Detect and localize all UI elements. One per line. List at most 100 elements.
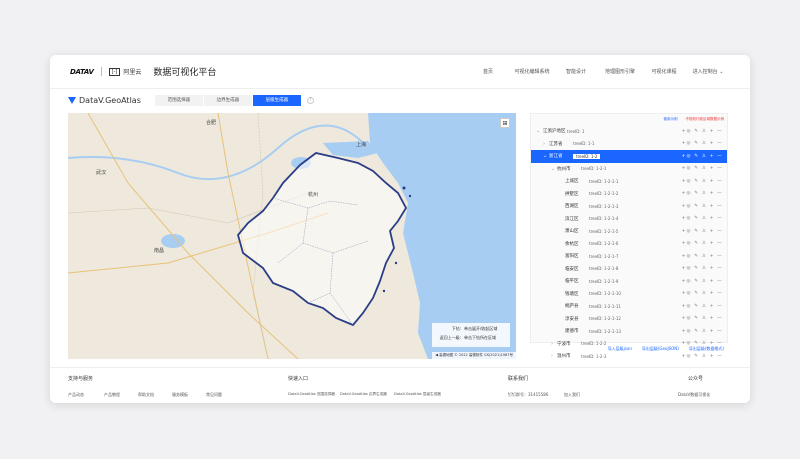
chevron-right-icon[interactable]: › [551, 353, 553, 359]
nav-home[interactable]: 首页 [466, 68, 510, 75]
tree-node-actions[interactable]: +◎ ✎ ♙ + — [682, 254, 724, 259]
chevron-down-icon[interactable]: ⌄ [536, 128, 540, 134]
footer-link[interactable]: 常见问题 [206, 392, 222, 398]
tree-node-name: 西湖区 [565, 204, 579, 210]
tree-node-actions[interactable]: +◎ ✎ ♙ + — [682, 304, 724, 309]
tree-node-actions[interactable]: +◎ ✎ ♙ + — [682, 141, 724, 146]
aliyun-label: 阿里云 [123, 69, 142, 76]
tree-node-name: 临安区 [565, 266, 579, 272]
product-subbar: DataV.GeoAtlas 范围选择器 边界生成器 层级生成器 ? [50, 89, 750, 111]
tree-node-actions[interactable]: +◎ ✎ ♙ + — [682, 166, 724, 171]
fullscreen-icon[interactable]: ⊞ [500, 118, 510, 128]
map-label-hefei: 合肥 [206, 120, 217, 126]
product-name: DataV.GeoAtlas [79, 95, 141, 105]
tree-node[interactable]: 钱塘区 treeID: 1-2-1-10 +◎ ✎ ♙ + — [531, 288, 727, 301]
footer-link[interactable]: DataV.GeoAtlas 范围选择器 [288, 392, 335, 397]
footer-wechat-title: 公众号 [688, 376, 704, 382]
tree-node-id: treeID: 1-1 [573, 141, 595, 147]
tree-node[interactable]: ⌄ 杭州市 treeID: 1-2-1 +◎ ✎ ♙ + — [531, 163, 727, 176]
footer-contact-title: 联系我们 [508, 376, 529, 382]
import-json-link[interactable]: 导入层级json [608, 346, 632, 352]
tree-node-actions[interactable]: +◎ ✎ ♙ + — [682, 229, 724, 234]
footer-link[interactable]: DataV.GeoAtlas 边界生成器 [340, 392, 387, 397]
tree-node[interactable]: 淳安县 treeID: 1-2-1-12 +◎ ✎ ♙ + — [531, 313, 727, 326]
tree-node-id: treeID: 1 [567, 128, 585, 134]
map-label-shanghai: 上海 [356, 142, 367, 148]
nav-geo-engine[interactable]: 地理图形引擎 [598, 68, 642, 75]
tree-node-actions[interactable]: +◎ ✎ ♙ + — [682, 266, 724, 271]
usage-example-link[interactable]: 使用示例 [664, 117, 678, 122]
tree-node[interactable]: ⌄ 浙江省 treeID: 1-2 +◎ ✎ ♙ + — [531, 150, 727, 163]
tree-node-actions[interactable]: +◎ ✎ ♙ + — [682, 279, 724, 284]
tree-node-id: treeID: 1-2-1-11 [589, 303, 621, 309]
tree-node[interactable]: 桐庐县 treeID: 1-2-1-11 +◎ ✎ ♙ + — [531, 300, 727, 313]
tree-node-actions[interactable]: +◎ ✎ ♙ + — [682, 291, 724, 296]
tree-node[interactable]: 富阳区 treeID: 1-2-1-7 +◎ ✎ ♙ + — [531, 250, 727, 263]
footer-link[interactable]: 服务模板 [172, 392, 188, 398]
tree-node-id: treeID: 1-2-1-5 [589, 228, 619, 234]
hint-desc: 单击下钻所在区域 [464, 335, 496, 340]
tree-node-actions[interactable]: +◎ ✎ ♙ + — [682, 241, 724, 246]
tree-node-actions[interactable]: +◎ ✎ ♙ + — [682, 329, 724, 334]
help-icon[interactable]: ? [306, 96, 314, 104]
footer-link[interactable]: 帮助文档 [138, 392, 154, 398]
footer-link[interactable]: 产品动态 [68, 392, 84, 398]
tree-node-name: 临平区 [565, 279, 579, 285]
tree-node[interactable]: 临平区 treeID: 1-2-1-9 +◎ ✎ ♙ + — [531, 275, 727, 288]
export-data-link[interactable]: 导出层级(数据格式) [689, 346, 724, 352]
footer-support-title: 支持与服务 [68, 376, 94, 382]
tree-node[interactable]: 拱墅区 treeID: 1-2-1-2 +◎ ✎ ♙ + — [531, 188, 727, 201]
datav-logo[interactable]: DATAV [70, 68, 94, 76]
tree-node[interactable]: ⌄ 江浙沪地区 treeID: 1 +◎ ✎ ♙ + — [531, 125, 727, 138]
tree-node-actions[interactable]: +◎ ✎ ♙ + — [682, 354, 724, 359]
tree-actions: 导入层级json 导出层级(GeoJSON) 导出层级(数据格式) [530, 346, 728, 352]
map-view[interactable]: 合肥 上海 武汉 南昌 杭州 ⊞ 下钻: 单击展开/收起区域 返回上一级: 单击… [68, 113, 516, 359]
hint-key: 下钻: [451, 326, 461, 331]
chevron-right-icon[interactable]: › [543, 141, 545, 147]
platform-title: 数据可视化平台 [153, 68, 217, 78]
irregular-data-example-link[interactable]: 不规则行政区域数据示例 [686, 117, 725, 122]
hint-drilldown: 下钻: 单击展开/收起区域 [437, 326, 505, 332]
tree-node[interactable]: 滨江区 treeID: 1-2-1-4 +◎ ✎ ♙ + — [531, 213, 727, 226]
tree-node-name: 杭州市 [557, 166, 571, 172]
tree-rows: ⌄ 江浙沪地区 treeID: 1 +◎ ✎ ♙ + — › 江苏省 treeID: 1-1… [531, 125, 727, 363]
tree-header: 使用示例 不规则行政区域数据示例 [531, 114, 727, 125]
chevron-down-icon[interactable]: ⌄ [551, 166, 555, 172]
tree-node-id: treeID: 1-2-1-3 [589, 203, 619, 209]
nav-editor[interactable]: 可视化编辑系统 [510, 68, 554, 75]
tree-node-actions[interactable]: +◎ ✎ ♙ + — [682, 191, 724, 196]
page-footer: 支持与服务 产品动态 产品教程 帮助文档 服务模板 常见问题 快速入口 Data… [50, 367, 750, 403]
export-geojson-link[interactable]: 导出层级(GeoJSON) [642, 346, 679, 352]
map-label-hangzhou: 杭州 [308, 192, 319, 198]
tab-range-selector[interactable]: 范围选择器 [154, 94, 203, 106]
tree-node[interactable]: 萧山区 treeID: 1-2-1-5 +◎ ✎ ♙ + — [531, 225, 727, 238]
tree-node[interactable]: 建德市 treeID: 1-2-1-13 +◎ ✎ ♙ + — [531, 325, 727, 338]
geoatlas-logo[interactable]: DataV.GeoAtlas [68, 96, 141, 105]
tree-node-actions[interactable]: +◎ ✎ ♙ + — [682, 216, 724, 221]
tree-node[interactable]: 上城区 treeID: 1-2-1-1 +◎ ✎ ♙ + — [531, 175, 727, 188]
nav-console[interactable]: 进入控制台 ⌄ [686, 68, 730, 75]
tree-node[interactable]: › 江苏省 treeID: 1-1 +◎ ✎ ♙ + — [531, 138, 727, 151]
tree-node[interactable]: 临安区 treeID: 1-2-1-8 +◎ ✎ ♙ + — [531, 263, 727, 276]
tree-node-name: 桐庐县 [565, 304, 579, 310]
footer-link[interactable]: DataV.GeoAtlas 层级生成器 [394, 392, 441, 397]
footer-link[interactable]: 加入我们 [564, 392, 580, 398]
tab-boundary-generator[interactable]: 边界生成器 [203, 94, 252, 106]
map-label-nanchang: 南昌 [154, 248, 165, 254]
footer-link[interactable]: 产品教程 [104, 392, 120, 398]
chevron-down-icon[interactable]: ⌄ [543, 153, 547, 159]
tree-node-actions[interactable]: +◎ ✎ ♙ + — [682, 316, 724, 321]
hint-key: 返回上一级: [439, 335, 461, 340]
tab-hierarchy-generator[interactable]: 层级生成器 [252, 94, 301, 106]
tree-node-actions[interactable]: +◎ ✎ ♙ + — [682, 129, 724, 134]
nav-smart-design[interactable]: 智能设计 [554, 68, 598, 75]
aliyun-logo[interactable]: [-] 阿里云 [108, 67, 142, 76]
tree-node-name: 萧山区 [565, 229, 579, 235]
tree-node-actions[interactable]: +◎ ✎ ♙ + — [682, 179, 724, 184]
tree-node[interactable]: 余杭区 treeID: 1-2-1-6 +◎ ✎ ♙ + — [531, 238, 727, 251]
island-4 [382, 289, 386, 293]
tree-node-actions[interactable]: +◎ ✎ ♙ + — [682, 204, 724, 209]
tree-node-actions[interactable]: +◎ ✎ ♙ + — [682, 154, 724, 159]
tree-node[interactable]: 西湖区 treeID: 1-2-1-3 +◎ ✎ ♙ + — [531, 200, 727, 213]
nav-courses[interactable]: 可视化课程 [642, 68, 686, 75]
